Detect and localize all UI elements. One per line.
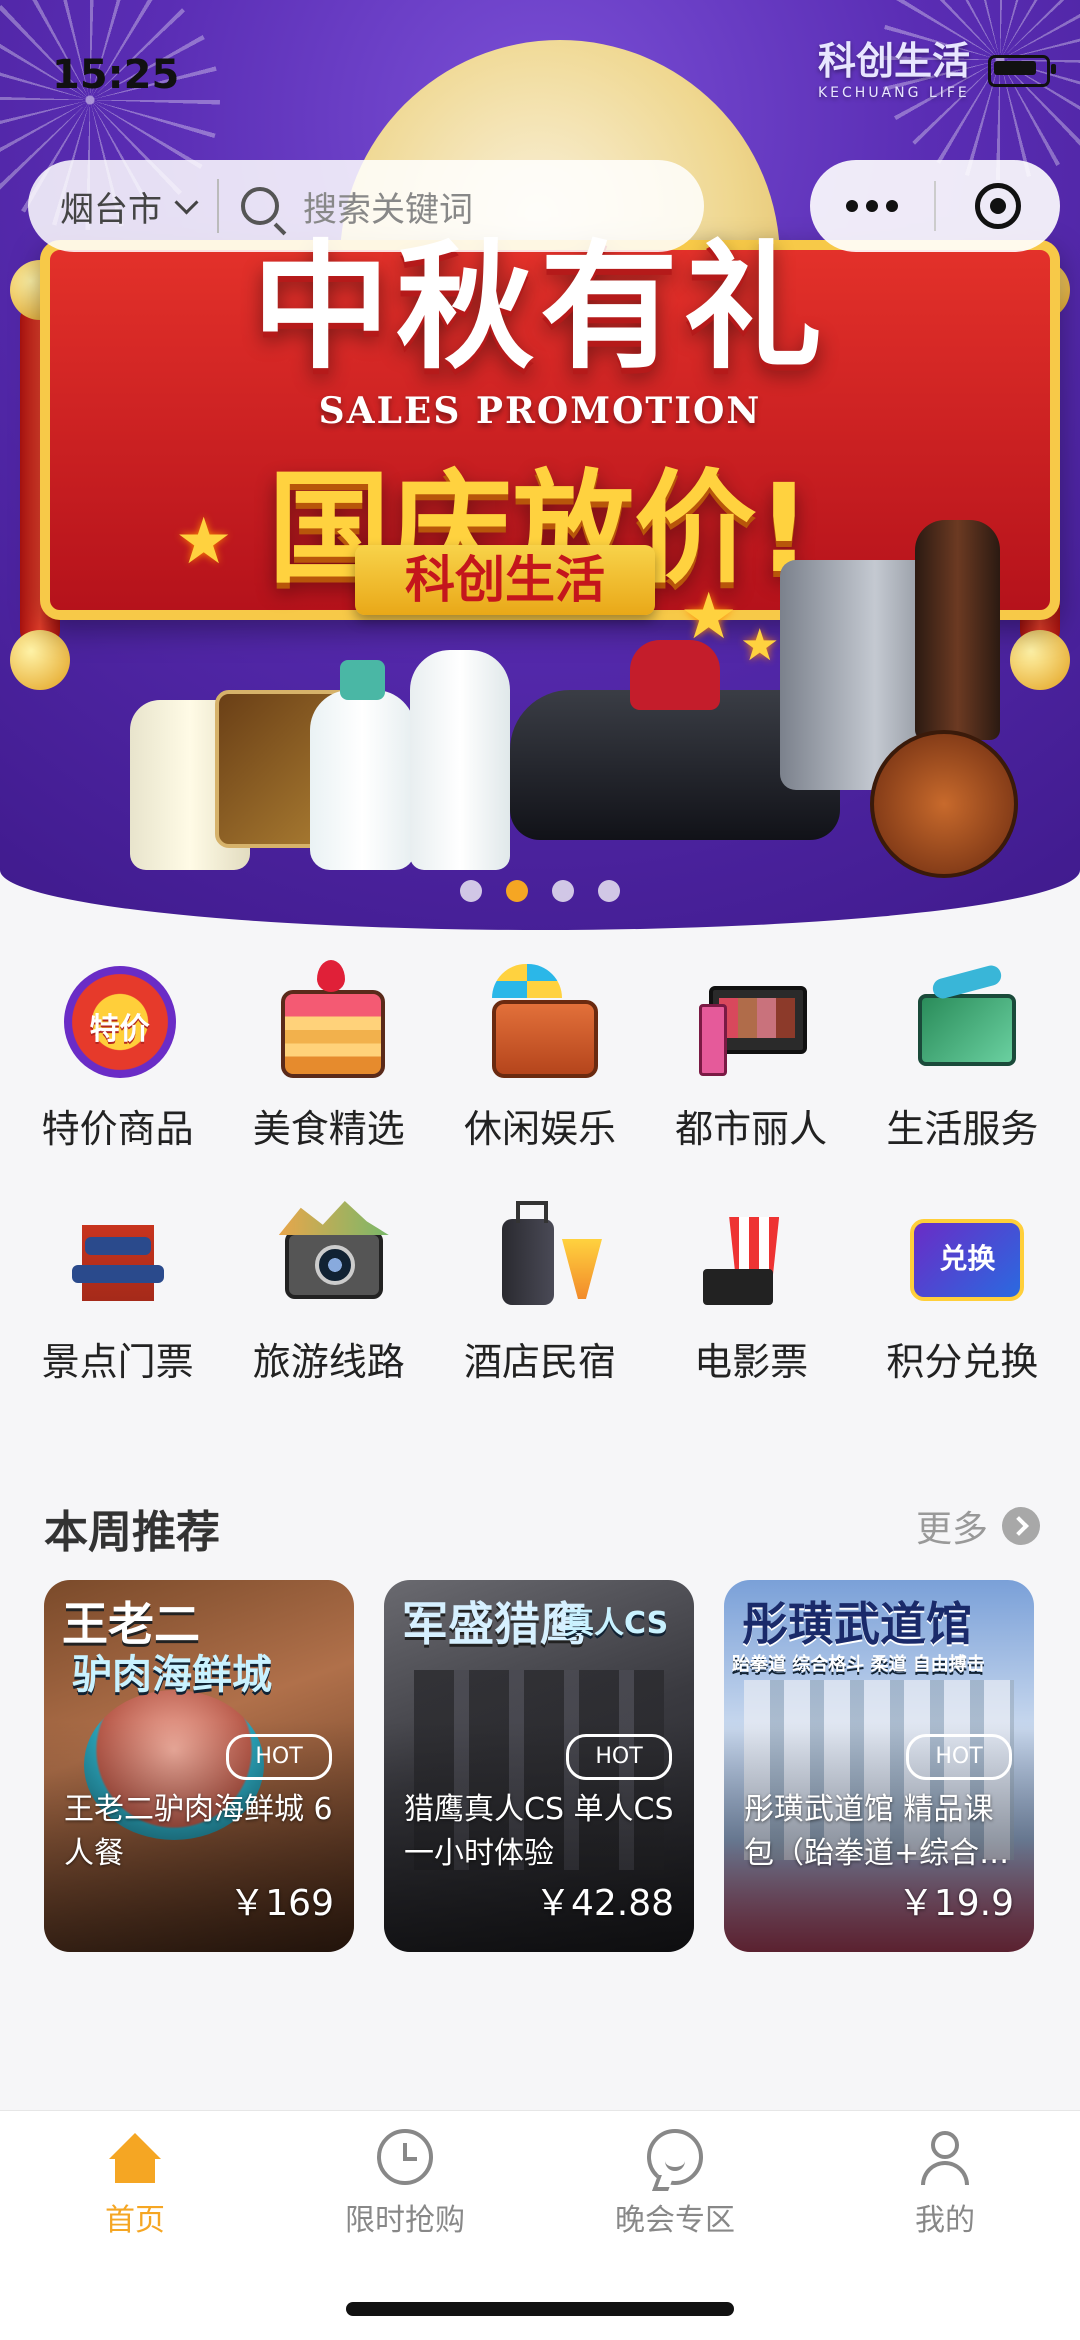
carousel-dot[interactable] <box>552 880 574 902</box>
product-card[interactable]: 军盛猎鹰 真人CS HOT 猎鹰真人CS 单人CS一小时体验 ￥42.88 <box>384 1580 694 1952</box>
cake-icon <box>267 960 391 1084</box>
category-points-exchange[interactable]: 积分兑换 <box>862 1193 1062 1386</box>
product-name: 猎鹰真人CS 单人CS一小时体验 <box>404 1792 674 1871</box>
category-label: 特价商品 <box>41 1107 194 1151</box>
hot-badge: HOT <box>906 1734 1012 1780</box>
brand-logo: 科创生活 KECHUANG LIFE <box>818 30 970 101</box>
category-travel-routes[interactable]: 旅游线路 <box>229 1193 429 1386</box>
chat-bubble-icon <box>647 2129 703 2185</box>
close-miniprogram-icon[interactable] <box>936 183 1060 229</box>
home-indicator[interactable] <box>346 2302 734 2316</box>
weekly-card-list: 王老二 驴肉海鲜城 HOT 王老二驴肉海鲜城 6人餐 ￥169 军盛猎鹰 真人C… <box>44 1580 1034 1952</box>
category-special-offer[interactable]: 特价商品 <box>18 960 218 1153</box>
tab-label: 首页 <box>105 2203 165 2238</box>
category-row: 特价商品 美食精选 休闲娱乐 都市丽人 生活服务 <box>0 960 1080 1153</box>
tab-home[interactable]: 首页 <box>25 2129 245 2239</box>
banner-tagline: SALES PROMOTION <box>318 390 762 432</box>
makeup-palette-icon <box>689 960 813 1084</box>
battery-level <box>994 61 1036 75</box>
category-food[interactable]: 美食精选 <box>229 960 429 1153</box>
category-label: 都市丽人 <box>675 1107 828 1151</box>
card-image-subtitle: 真人CS <box>564 1606 669 1641</box>
tab-label: 限时抢购 <box>345 2203 465 2238</box>
promo-banner[interactable]: 中秋有礼 SALES PROMOTION 国庆放价! 科创生活 ★ ★ ★ <box>0 0 1080 930</box>
city-selector[interactable]: 烟台市 <box>60 182 199 231</box>
hot-badge: HOT <box>226 1734 332 1780</box>
temple-icon <box>56 1193 180 1317</box>
card-image-subtitle: 驴肉海鲜城 <box>72 1652 272 1698</box>
search-icon <box>241 187 279 225</box>
chevron-down-icon <box>174 189 199 215</box>
detergent-bottle-image <box>410 650 510 870</box>
card-image-subtitle: 跆拳道 综合格斗 柔道 自由搏击 <box>732 1654 985 1675</box>
brand-logo-sub: KECHUANG LIFE <box>817 85 970 101</box>
category-label: 积分兑换 <box>886 1340 1039 1384</box>
special-offer-icon <box>56 960 180 1084</box>
category-label: 美食精选 <box>252 1107 405 1151</box>
points-exchange-icon <box>900 1193 1025 1317</box>
city-label: 烟台市 <box>60 189 162 230</box>
product-price: ￥19.9 <box>897 1883 1014 1924</box>
camera-icon <box>267 1193 391 1317</box>
battery-icon <box>988 55 1056 87</box>
home-icon <box>107 2129 163 2185</box>
product-name: 王老二驴肉海鲜城 6人餐 <box>64 1792 333 1871</box>
category-beauty[interactable]: 都市丽人 <box>651 960 851 1153</box>
star-decoration: ★ <box>175 505 233 579</box>
life-service-icon <box>900 960 1024 1084</box>
banner-brand-ribbon: 科创生活 <box>355 545 655 615</box>
wine-bottle-image <box>915 520 1000 740</box>
card-image-title: 军盛猎鹰 <box>402 1597 586 1651</box>
clock-icon <box>377 2129 433 2185</box>
category-label: 酒店民宿 <box>463 1340 616 1384</box>
category-life-service[interactable]: 生活服务 <box>862 960 1062 1153</box>
luggage-icon <box>478 1193 602 1317</box>
category-label: 景点门票 <box>41 1340 194 1384</box>
category-row: 景点门票 旅游线路 酒店民宿 电影票 积分兑换 <box>0 1193 1080 1386</box>
category-hotels[interactable]: 酒店民宿 <box>440 1193 640 1386</box>
user-icon <box>917 2129 973 2185</box>
chevron-right-icon <box>1002 1507 1040 1545</box>
search-input[interactable]: 搜索关键词 <box>303 182 473 231</box>
brand-logo-name: 科创生活 <box>817 39 970 83</box>
tab-label: 我的 <box>915 2203 975 2238</box>
search-bar[interactable]: 烟台市 搜索关键词 <box>28 160 704 252</box>
more-label: 更多 <box>915 1509 988 1550</box>
category-label: 生活服务 <box>886 1107 1039 1151</box>
tab-gala[interactable]: 晚会专区 <box>565 2129 785 2239</box>
category-grid: 特价商品 美食精选 休闲娱乐 都市丽人 生活服务 景点门票 旅游线路 <box>0 960 1080 1426</box>
status-time: 15:25 <box>52 52 180 98</box>
tab-profile[interactable]: 我的 <box>835 2129 1055 2239</box>
product-price: ￥169 <box>229 1883 334 1924</box>
suitcase-icon <box>478 960 602 1084</box>
foam-pump-image <box>310 660 415 870</box>
miniprogram-capsule <box>810 160 1060 252</box>
product-price: ￥42.88 <box>534 1883 674 1924</box>
product-name: 彤璜武道馆 精品课包（跆拳道+综合格斗） <box>744 1792 1010 1871</box>
section-title-weekly: 本周推荐 <box>44 1507 220 1558</box>
carousel-dot-active[interactable] <box>506 880 528 902</box>
popcorn-icon <box>689 1193 813 1317</box>
tab-flash-sale[interactable]: 限时抢购 <box>295 2129 515 2239</box>
product-card[interactable]: 彤璜武道馆 跆拳道 综合格斗 柔道 自由搏击 HOT 彤璜武道馆 精品课包（跆拳… <box>724 1580 1034 1952</box>
carousel-indicator <box>0 880 1080 902</box>
product-card[interactable]: 王老二 驴肉海鲜城 HOT 王老二驴肉海鲜城 6人餐 ￥169 <box>44 1580 354 1952</box>
search-divider <box>217 179 219 233</box>
carousel-dot[interactable] <box>460 880 482 902</box>
carousel-dot[interactable] <box>598 880 620 902</box>
card-image-title: 彤璜武道馆 <box>742 1597 972 1651</box>
tab-label: 晚会专区 <box>615 2203 735 2238</box>
more-options-icon[interactable] <box>810 200 934 212</box>
category-label: 休闲娱乐 <box>463 1107 616 1151</box>
category-movie-tickets[interactable]: 电影票 <box>651 1193 851 1386</box>
category-attraction-tickets[interactable]: 景点门票 <box>18 1193 218 1386</box>
weekly-more-link[interactable]: 更多 <box>916 1500 1040 1552</box>
category-label: 电影票 <box>694 1340 809 1384</box>
category-leisure[interactable]: 休闲娱乐 <box>440 960 640 1153</box>
bbq-skewers-image <box>870 730 1018 878</box>
status-icons <box>988 55 1056 87</box>
category-label: 旅游线路 <box>252 1340 405 1384</box>
hot-badge: HOT <box>566 1734 672 1780</box>
star-decoration: ★ <box>740 620 780 671</box>
